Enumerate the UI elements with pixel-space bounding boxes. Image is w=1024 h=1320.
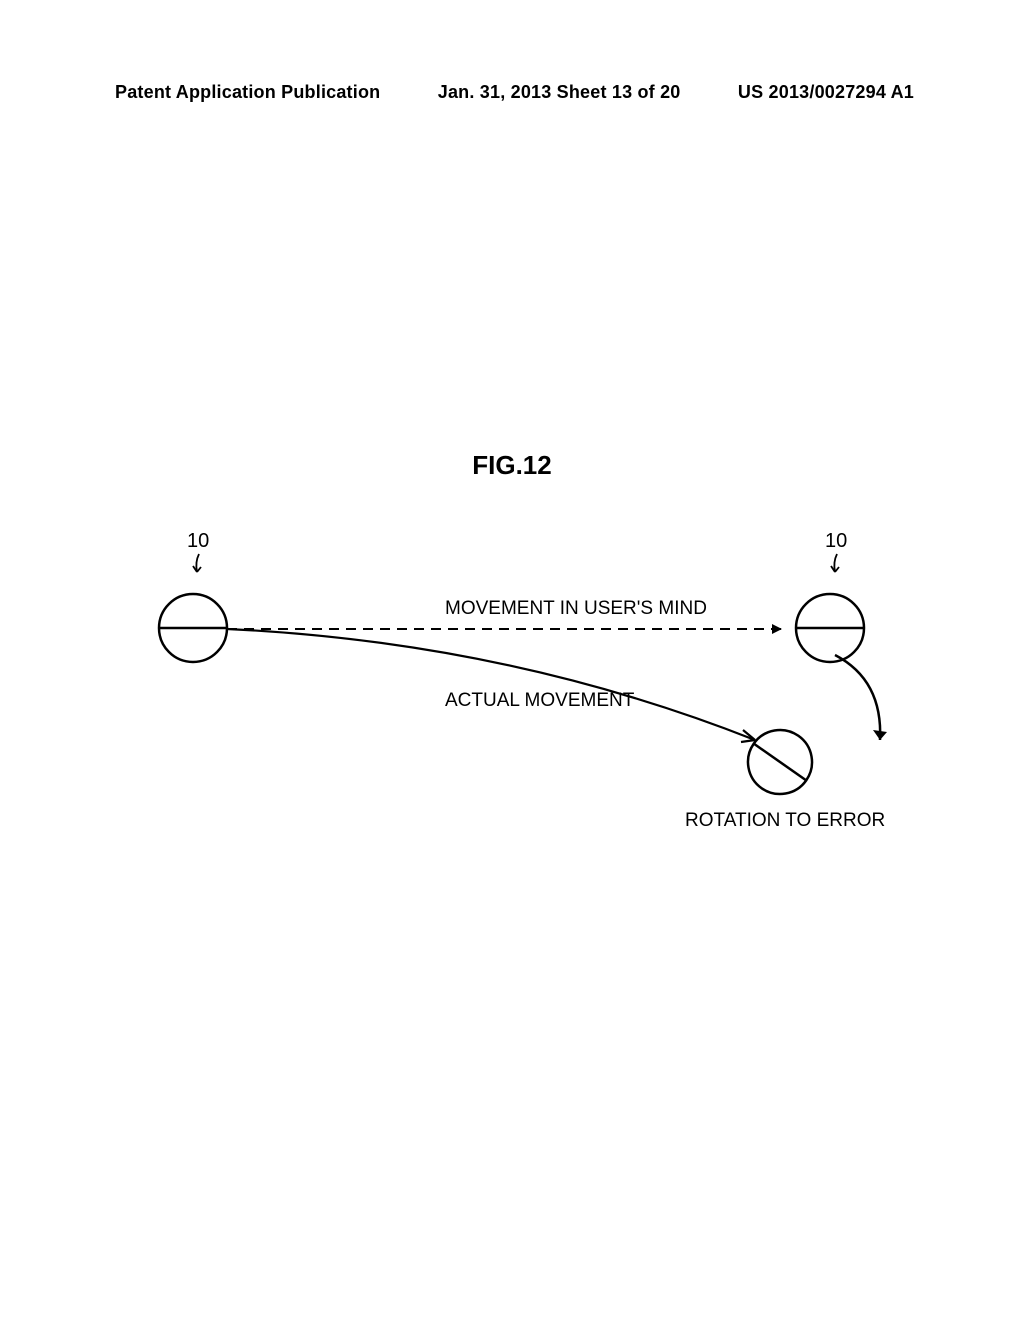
page-header: Patent Application Publication Jan. 31, … — [0, 82, 1024, 103]
rotation-error-arrow-icon — [825, 650, 905, 760]
reference-arrow-right-icon — [827, 552, 847, 582]
rotation-error-label: ROTATION TO ERROR — [685, 810, 885, 832]
actual-movement-label: ACTUAL MOVEMENT — [445, 690, 634, 712]
reference-number-left: 10 — [187, 530, 209, 553]
reference-number-right: 10 — [825, 530, 847, 553]
figure-title: FIG.12 — [472, 450, 551, 481]
users-mind-label: MOVEMENT IN USER'S MIND — [445, 598, 707, 620]
figure-diagram: 10 10 MOVEMENT IN USER — [145, 530, 890, 850]
device-start-position-icon — [153, 588, 233, 668]
header-publication: Patent Application Publication — [115, 82, 380, 103]
header-date-sheet: Jan. 31, 2013 Sheet 13 of 20 — [438, 82, 681, 103]
header-patent-number: US 2013/0027294 A1 — [738, 82, 914, 103]
reference-arrow-left-icon — [189, 552, 209, 582]
